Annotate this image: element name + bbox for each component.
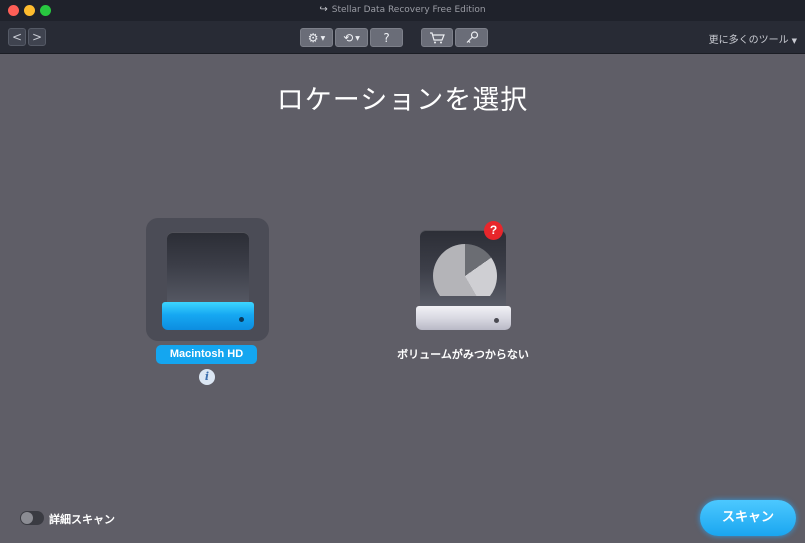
drive-unknown-volume[interactable]	[416, 230, 512, 330]
chevron-down-icon: ▼	[320, 34, 326, 42]
cart-icon	[430, 32, 445, 44]
chevron-down-icon: ▼	[355, 34, 360, 42]
forward-button[interactable]: >	[28, 28, 46, 46]
drive-label-unknown-volume: ボリュームがみつからない	[397, 348, 529, 361]
drive-macintosh-hd[interactable]	[146, 218, 269, 341]
help-button[interactable]: ?	[370, 28, 403, 47]
app-return-icon: ↪	[319, 4, 328, 15]
drive-label-macintosh-hd[interactable]: Macintosh HD	[156, 345, 257, 364]
more-tools-label: 更に多くのツール	[708, 35, 789, 46]
question-icon: ?	[383, 31, 390, 45]
deep-scan-toggle[interactable]	[20, 511, 44, 525]
gear-icon: ⚙	[307, 31, 319, 45]
deep-scan-label: 詳細スキャン	[49, 513, 115, 526]
window-title-text: Stellar Data Recovery Free Edition	[331, 5, 486, 15]
back-button[interactable]: <	[8, 28, 26, 46]
activation-key-button[interactable]	[455, 28, 488, 47]
settings-button[interactable]: ⚙ ▼	[300, 28, 333, 47]
history-icon: ⟲	[343, 31, 354, 45]
hard-drive-icon	[420, 230, 506, 308]
warning-badge: ?	[484, 221, 503, 240]
hard-drive-icon	[162, 232, 254, 330]
page-title: ロケーションを選択	[276, 85, 529, 116]
scan-button[interactable]: スキャン	[700, 500, 796, 536]
cart-button[interactable]	[421, 28, 453, 47]
chevron-down-icon: ▼	[791, 37, 797, 45]
more-tools-menu[interactable]: 更に多くのツール ▼	[709, 31, 797, 46]
title-bar: ↪ Stellar Data Recovery Free Edition	[0, 0, 805, 21]
toggle-knob	[21, 512, 33, 524]
pie-chart-icon	[433, 244, 497, 296]
key-icon	[466, 31, 478, 43]
info-icon[interactable]: i	[199, 369, 215, 385]
history-button[interactable]: ⟲ ▼	[335, 28, 368, 47]
window-title: ↪ Stellar Data Recovery Free Edition	[0, 4, 805, 15]
toolbar: < > ⚙ ▼ ⟲ ▼ ? 更に多くのツール ▼	[0, 21, 805, 54]
